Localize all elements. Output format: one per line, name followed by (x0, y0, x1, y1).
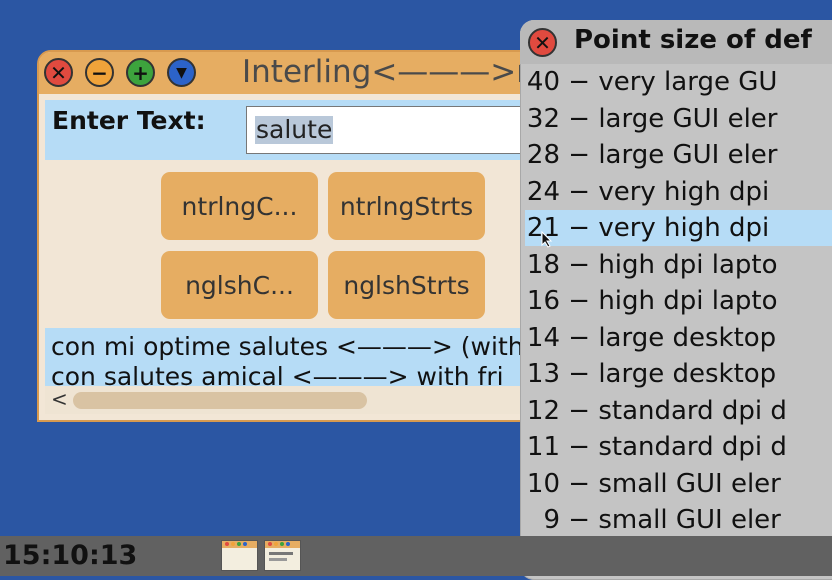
english-starts-button[interactable]: nglshStrts (328, 251, 485, 319)
point-size-value: 24 (526, 176, 560, 207)
separator: − (560, 213, 599, 243)
point-size-description: standard dpi d (598, 432, 787, 462)
close-button[interactable]: ✕ (44, 58, 73, 87)
menu-title: Point size of def (574, 25, 812, 55)
taskbar-window-thumbnail[interactable] (221, 540, 258, 571)
separator: − (560, 322, 599, 353)
separator: − (560, 176, 599, 207)
point-size-option[interactable]: 21 − very high dpi (525, 210, 832, 246)
separator: − (560, 140, 599, 170)
interlingua-starts-button[interactable]: ntrlngStrts (328, 172, 485, 240)
scrollbar-thumb[interactable] (73, 392, 367, 409)
point-size-value: 40 (526, 67, 560, 97)
enter-text-label: Enter Text: (52, 106, 206, 135)
menu-header: ✕ Point size of def (520, 20, 832, 64)
separator: − (560, 395, 599, 426)
mouse-cursor-icon (541, 231, 553, 248)
separator: − (560, 103, 599, 134)
point-size-description: very large GU (598, 67, 778, 97)
minimize-button[interactable]: − (85, 58, 114, 87)
separator: − (560, 432, 599, 462)
separator: − (560, 505, 599, 535)
point-size-description: very high dpi (598, 176, 770, 207)
separator: − (560, 249, 599, 280)
point-size-description: large GUI eler (598, 103, 778, 134)
separator: − (560, 67, 599, 97)
point-size-option[interactable]: 18 − high dpi lapto (525, 247, 832, 283)
scroll-left-icon[interactable]: < (51, 387, 68, 411)
point-size-value: 10 (526, 468, 560, 499)
point-size-option[interactable]: 32 − large GUI eler (525, 101, 832, 137)
point-size-option[interactable]: 40 − very large GU (525, 64, 832, 100)
result-line[interactable]: con salutes amical <———> with fri (51, 362, 504, 386)
menu-close-button[interactable]: ✕ (528, 28, 557, 57)
point-size-option[interactable]: 24 − very high dpi (525, 174, 832, 210)
point-size-menu: ✕ Point size of def 40 − very large GU 32… (520, 20, 832, 580)
clock: 15:10:13 (3, 540, 138, 571)
point-size-option[interactable]: 14 − large desktop (525, 320, 832, 356)
point-size-description: large desktop (598, 359, 777, 389)
point-size-option[interactable]: 9 − small GUI eler (525, 502, 832, 538)
taskbar-window-thumbnail[interactable] (264, 540, 301, 571)
point-size-value: 32 (526, 103, 560, 134)
point-size-option[interactable]: 12 − standard dpi d (525, 393, 832, 429)
separator: − (560, 468, 599, 499)
maximize-button[interactable]: + (126, 58, 155, 87)
point-size-option[interactable]: 16 − high dpi lapto (525, 283, 832, 319)
minimize-icon: − (91, 60, 108, 85)
point-size-value: 13 (526, 359, 560, 389)
english-concordance-button[interactable]: nglshC... (161, 251, 318, 319)
close-icon: ✕ (50, 60, 67, 85)
text-input-value: salute (255, 115, 334, 144)
separator: − (560, 359, 599, 389)
point-size-description: large desktop (598, 322, 777, 353)
result-line[interactable]: con mi optime salutes <———> (with (51, 332, 524, 361)
point-size-option[interactable]: 10 − small GUI eler (525, 466, 832, 502)
point-size-description: small GUI eler (598, 505, 781, 535)
point-size-value: 16 (526, 286, 560, 316)
point-size-option[interactable]: 11 − standard dpi d (525, 429, 832, 465)
point-size-value: 12 (526, 395, 560, 426)
point-size-description: standard dpi d (598, 395, 787, 426)
separator: − (560, 286, 599, 316)
chevron-down-icon: ▼ (176, 64, 187, 81)
point-size-option[interactable]: 13 − large desktop (525, 356, 832, 392)
point-size-description: high dpi lapto (598, 249, 778, 280)
point-size-option[interactable]: 28 − large GUI eler (525, 137, 832, 173)
point-size-value: 28 (526, 140, 560, 170)
interlingua-concordance-button[interactable]: ntrlngC... (161, 172, 318, 240)
point-size-description: large GUI eler (598, 140, 778, 170)
point-size-value: 9 (543, 505, 560, 535)
maximize-icon: + (132, 60, 149, 85)
point-size-value: 18 (526, 249, 560, 280)
point-size-description: high dpi lapto (598, 286, 778, 316)
point-size-description: very high dpi (598, 213, 770, 243)
point-size-value: 14 (526, 322, 560, 353)
point-size-value: 11 (526, 432, 560, 462)
window-menu-button[interactable]: ▼ (167, 58, 196, 87)
close-icon: ✕ (534, 30, 551, 55)
taskbar: 15:10:13 (0, 536, 832, 576)
point-size-description: small GUI eler (598, 468, 781, 499)
